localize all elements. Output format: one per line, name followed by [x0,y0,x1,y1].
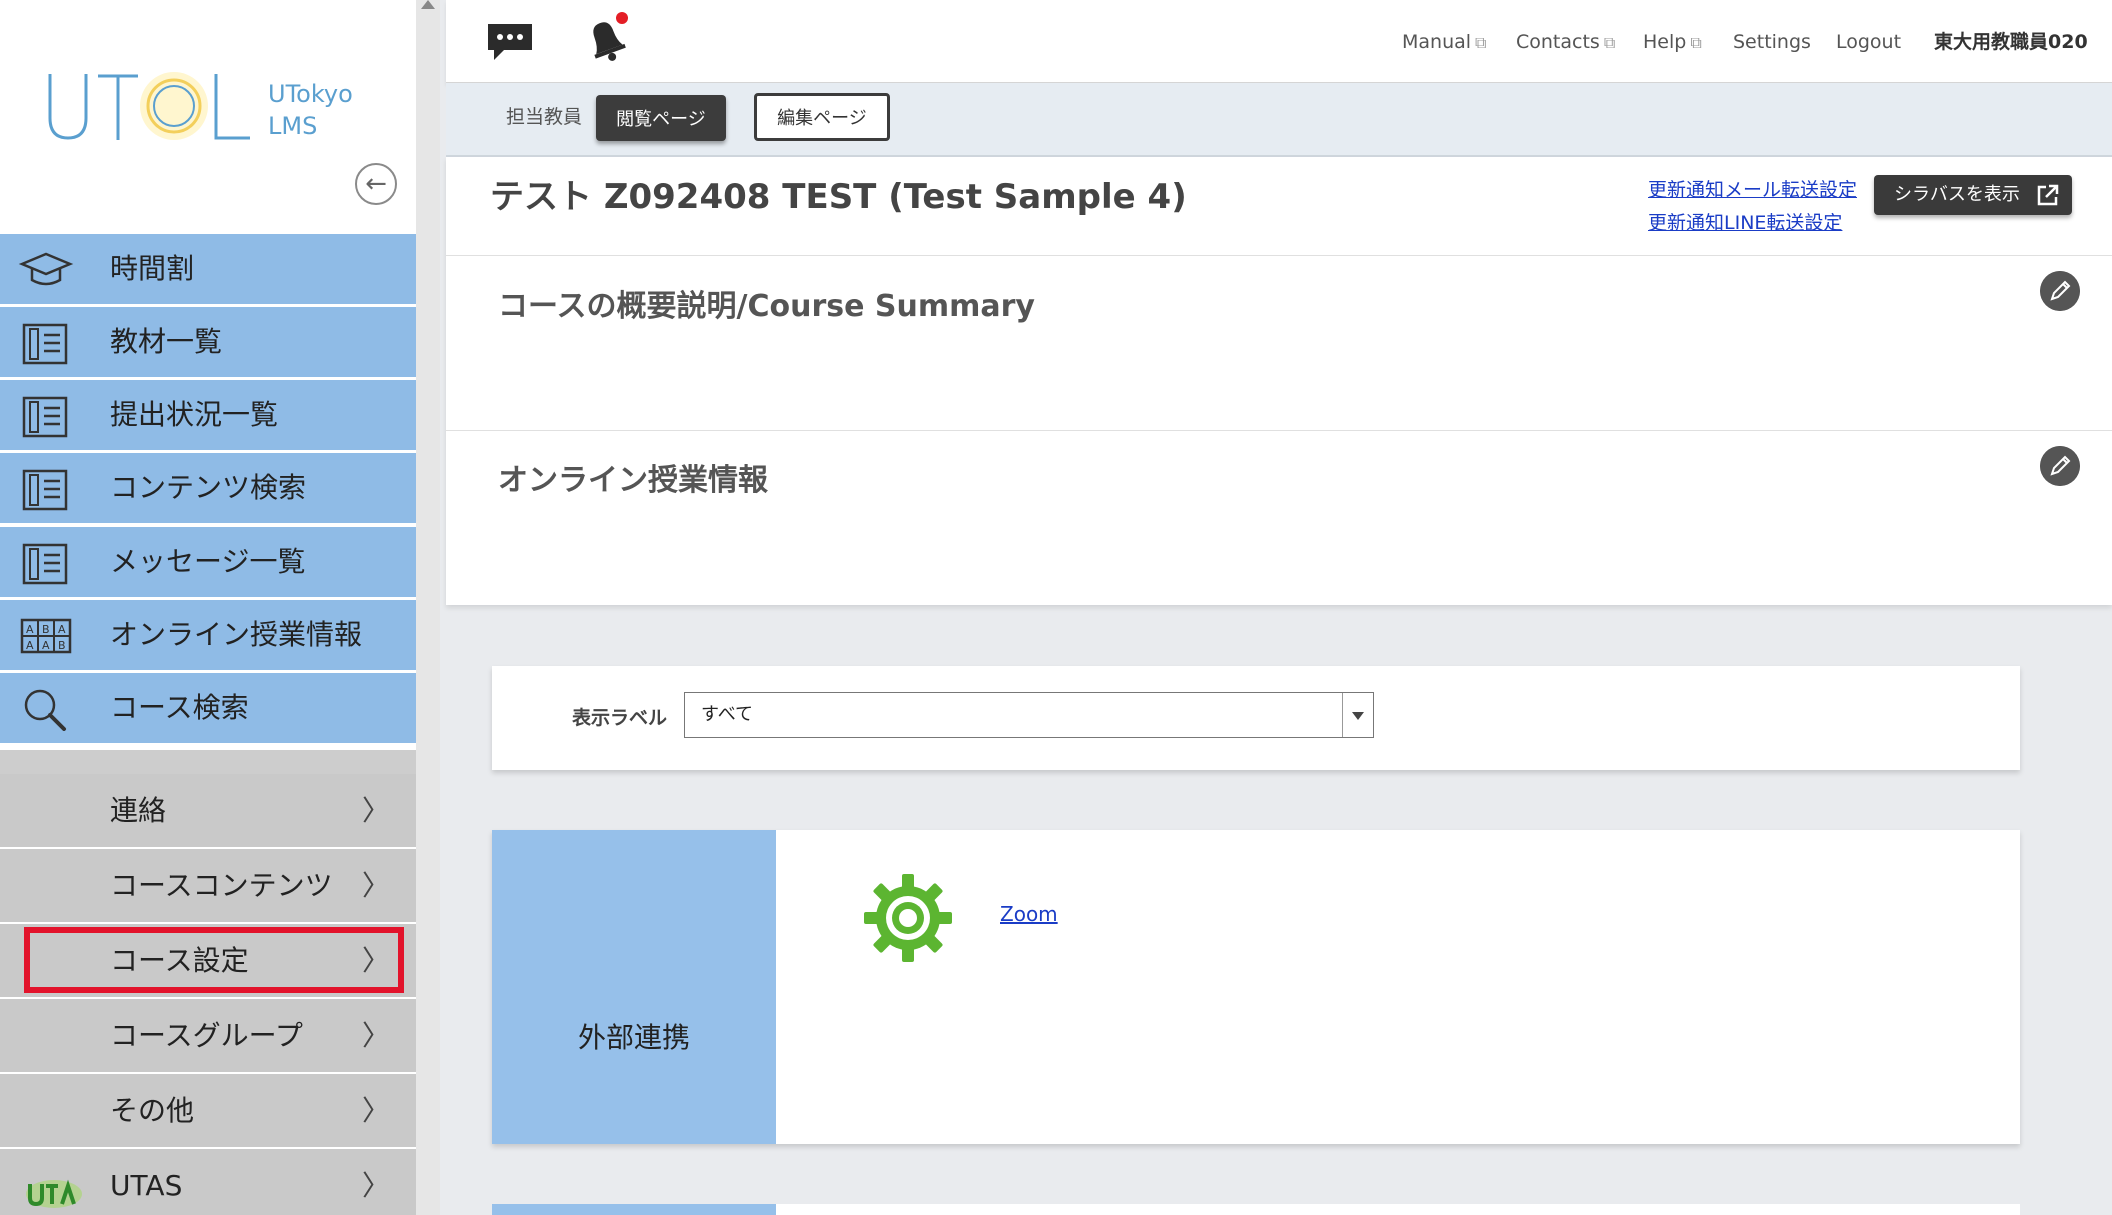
header-link-logout[interactable]: Logout [1836,0,1901,84]
grid-abc-icon: A B A A A B [20,618,72,654]
sidebar-item-label: その他 [110,1094,195,1127]
sidebar-item-timetable[interactable]: 時間割 [0,234,416,306]
sidebar-item-other[interactable]: その他 〉 [0,1074,416,1149]
graduation-cap-icon [18,252,74,286]
edit-online-class-button[interactable] [2040,446,2080,486]
magnifier-icon [24,689,66,731]
chevron-right-icon: 〉 [362,944,391,977]
filter-selected-value: すべて [701,704,754,725]
section-title-summary: コースの概要説明/Course Summary [498,289,1035,324]
sidebar-item-course-group[interactable]: コースグループ 〉 [0,999,416,1074]
sidebar-item-course-settings[interactable]: コース設定 〉 [0,924,416,999]
sidebar-item-label: オンライン授業情報 [110,618,363,651]
tab-view-page[interactable]: 閲覧ページ [596,95,726,141]
chat-bubble-icon[interactable] [484,20,536,62]
document-list-icon [22,323,68,365]
sidebar-item-messages[interactable]: メッセージ一覧 [0,527,416,599]
sidebar-item-label: 教材一覧 [110,325,223,358]
external-link-icon [2037,184,2059,206]
arrow-left-icon: ← [365,169,387,199]
svg-text:A: A [26,623,34,636]
utas-logo-icon [26,1179,82,1208]
integration-side-header: 外部連携 [492,830,776,1144]
document-list-icon [22,543,68,585]
svg-text:B: B [58,639,66,652]
document-list-icon [22,396,68,438]
divider [446,430,2112,431]
sidebar-item-label: コースコンテンツ [110,869,333,902]
sidebar-item-label: コース検索 [110,691,249,724]
external-link-icon: ⧉ [1690,33,1702,52]
tab-edit-page[interactable]: 編集ページ [754,93,890,141]
section-title-online-class: オンライン授業情報 [498,463,768,498]
sidebar-item-online-class[interactable]: A B A A A B オンライン授業情報 [0,600,416,672]
chevron-right-icon: 〉 [362,1019,391,1052]
chevron-down-icon[interactable] [1342,693,1373,737]
notification-bell-icon[interactable] [578,10,634,66]
course-main-panel: テスト Z092408 TEST (Test Sample 4) 更新通知メール… [446,157,2112,605]
sidebar-item-contact[interactable]: 連絡 〉 [0,774,416,849]
page-mode-bar: 担当教員 閲覧ページ 編集ページ [446,83,2112,157]
external-link-icon: ⧉ [1475,33,1487,52]
chevron-right-icon: 〉 [362,1094,391,1127]
line-notify-settings-link[interactable]: 更新通知LINE転送設定 [1648,208,1842,235]
svg-text:A: A [42,639,50,652]
sidebar-item-label: 連絡 [110,794,167,827]
sidebar: UTokyo LMS ← 時間割 教材一覧 提出状況一覧 コンテンツ検索 メッセ… [0,0,416,1215]
scroll-up-arrow-icon[interactable] [421,0,435,9]
svg-text:B: B [42,623,50,636]
top-header: Manual ⧉ Contacts ⧉ Help ⧉ Settings Logout … [446,0,2112,83]
user-name[interactable]: 東大用教職員020 [1934,0,2088,84]
external-integration-card: 外部連携 Zoom [492,830,2020,1144]
sidebar-item-label: UTAS [110,1169,183,1202]
filter-label: 表示ラベル [572,707,668,729]
header-link-manual[interactable]: Manual ⧉ [1402,0,1486,85]
sidebar-item-materials[interactable]: 教材一覧 [0,307,416,379]
header-link-help[interactable]: Help ⧉ [1643,0,1702,85]
mail-notify-settings-link[interactable]: 更新通知メール転送設定 [1648,175,1857,202]
sidebar-item-course-search[interactable]: コース検索 [0,673,416,745]
sidebar-item-label: 提出状況一覧 [110,398,279,431]
integration-side-label: 外部連携 [577,1021,690,1054]
document-list-icon [22,469,68,511]
role-label: 担当教員 [506,106,583,128]
sidebar-item-label: メッセージ一覧 [110,545,306,578]
header-link-settings[interactable]: Settings [1733,0,1811,84]
sidebar-item-label: コース設定 [110,944,249,977]
sidebar-item-submissions[interactable]: 提出状況一覧 [0,380,416,452]
show-syllabus-button[interactable]: シラバスを表示 [1874,175,2072,215]
next-card-side-header [492,1204,776,1215]
logo-sub-1: UTokyo [268,80,353,108]
gear-icon[interactable] [862,872,954,964]
sidebar-item-label: 時間割 [110,252,195,285]
secondary-nav: 連絡 〉 コースコンテンツ 〉 コース設定 〉 コースグループ 〉 その他 〉 … [0,750,416,1215]
zoom-link[interactable]: Zoom [1000,902,1058,926]
divider [446,255,2112,256]
next-card [776,1204,2020,1215]
label-filter-select[interactable]: すべて [684,692,1374,738]
chevron-right-icon: 〉 [362,1169,391,1202]
sidebar-item-label: コンテンツ検索 [110,471,307,504]
svg-text:A: A [58,623,66,636]
edit-summary-button[interactable] [2040,271,2080,311]
collapse-sidebar-button[interactable]: ← [355,163,397,205]
logo-sub-2: LMS [268,112,317,140]
header-link-contacts[interactable]: Contacts ⧉ [1516,0,1615,85]
sidebar-item-content-search[interactable]: コンテンツ検索 [0,453,416,525]
page-title: テスト Z092408 TEST (Test Sample 4) [490,177,1187,217]
utol-logo[interactable]: UTokyo LMS [46,64,386,150]
chevron-right-icon: 〉 [362,794,391,827]
sidebar-item-course-contents[interactable]: コースコンテンツ 〉 [0,849,416,924]
chevron-right-icon: 〉 [362,869,391,902]
sidebar-scrollbar[interactable] [416,0,440,1215]
label-filter-card: 表示ラベル すべて [492,666,2020,770]
external-link-icon: ⧉ [1603,33,1616,52]
sidebar-item-label: コースグループ [110,1019,303,1052]
svg-text:A: A [26,639,34,652]
